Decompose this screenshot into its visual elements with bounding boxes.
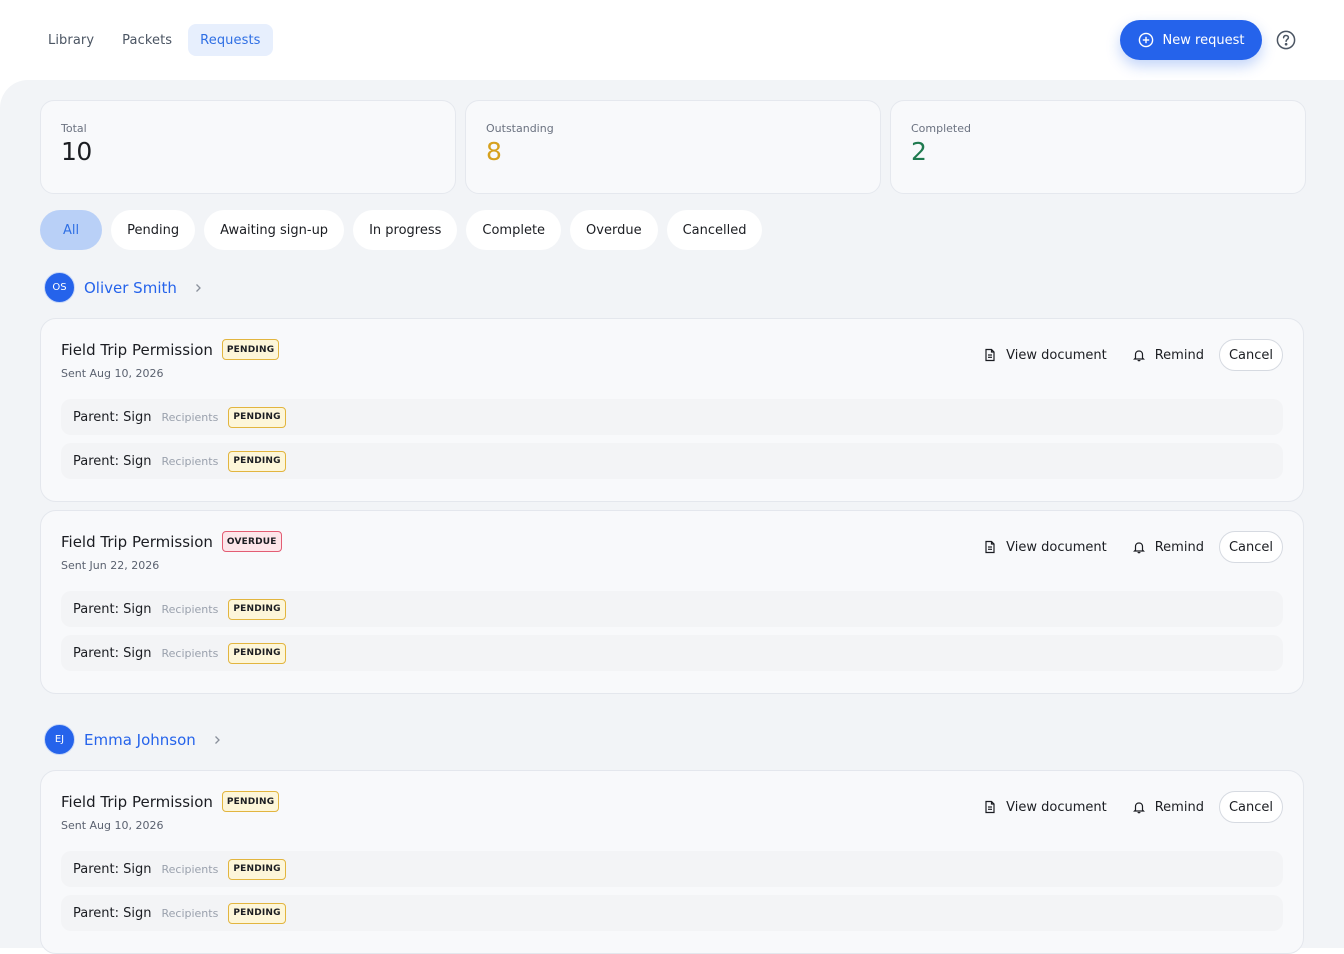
- person-name: Emma Johnson: [84, 730, 196, 749]
- filter-cancelled[interactable]: Cancelled: [666, 210, 763, 250]
- step-label: Parent: Sign: [73, 905, 152, 921]
- request-card: Field Trip Permission OVERDUE Sent Jun 2…: [40, 510, 1304, 694]
- filter-pending[interactable]: Pending: [111, 210, 196, 250]
- request-title: Field Trip Permission: [61, 532, 213, 551]
- tab-library[interactable]: Library: [36, 24, 106, 56]
- signer-step: Parent: Sign Recipients PENDING: [61, 443, 1283, 479]
- stat-value: 2: [911, 137, 927, 166]
- stat-value: 8: [486, 137, 502, 166]
- step-status-badge: PENDING: [228, 450, 286, 472]
- chevron-right-icon: [195, 283, 201, 292]
- new-request-button[interactable]: New request: [1120, 20, 1262, 60]
- remind-button[interactable]: Remind: [1132, 339, 1204, 371]
- stat-label: Completed: [911, 122, 971, 135]
- request-card: Field Trip Permission PENDING Sent Aug 1…: [40, 318, 1304, 502]
- signer-step: Parent: Sign Recipients PENDING: [61, 895, 1283, 931]
- remind-label: Remind: [1154, 347, 1204, 363]
- recipients-label: Recipients: [161, 410, 219, 424]
- document-icon: [985, 348, 995, 362]
- filter-all[interactable]: All: [40, 210, 103, 250]
- request-title: Field Trip Permission: [61, 792, 213, 811]
- sent-date: Sent Jun 22, 2026: [61, 559, 160, 572]
- card-actions: View document Remind Cancel: [983, 339, 1283, 371]
- filter-overdue[interactable]: Overdue: [570, 210, 658, 250]
- recipients-label: Recipients: [161, 906, 219, 920]
- recipients-label: Recipients: [161, 454, 219, 468]
- main-nav: Library Packets Requests: [36, 24, 273, 56]
- filter-complete[interactable]: Complete: [466, 210, 562, 250]
- status-badge: PENDING: [221, 339, 280, 360]
- person-header[interactable]: OS Oliver Smith: [44, 272, 204, 303]
- stat-value: 10: [61, 137, 92, 166]
- status-badge: OVERDUE: [221, 531, 282, 552]
- step-status-badge: PENDING: [228, 902, 286, 924]
- filter-awaiting-sign-up[interactable]: Awaiting sign-up: [204, 210, 345, 250]
- remind-button[interactable]: Remind: [1132, 791, 1204, 823]
- top-bar: Library Packets Requests New request: [0, 0, 1344, 80]
- view-document-label: View document: [1006, 799, 1107, 815]
- view-document-button[interactable]: View document: [983, 791, 1107, 823]
- remind-label: Remind: [1154, 539, 1204, 555]
- document-icon: [985, 540, 995, 554]
- step-label: Parent: Sign: [73, 409, 152, 425]
- filter-in-progress[interactable]: In progress: [353, 210, 458, 250]
- new-request-label: New request: [1162, 32, 1245, 48]
- signer-step: Parent: Sign Recipients PENDING: [61, 591, 1283, 627]
- view-document-label: View document: [1006, 347, 1107, 363]
- stat-label: Total: [61, 122, 87, 135]
- card-title-row: Field Trip Permission PENDING: [61, 339, 280, 360]
- step-status-badge: PENDING: [228, 406, 286, 428]
- cancel-button[interactable]: Cancel: [1218, 339, 1283, 371]
- card-actions: View document Remind Cancel: [983, 791, 1283, 823]
- document-icon: [985, 800, 995, 814]
- stat-completed: Completed 2: [890, 100, 1306, 194]
- cancel-button[interactable]: Cancel: [1218, 531, 1283, 563]
- view-document-label: View document: [1006, 539, 1107, 555]
- status-badge: PENDING: [221, 791, 280, 812]
- signer-step: Parent: Sign Recipients PENDING: [61, 851, 1283, 887]
- recipients-label: Recipients: [161, 602, 219, 616]
- person-name: Oliver Smith: [84, 278, 177, 297]
- request-card: Field Trip Permission PENDING Sent Aug 1…: [40, 770, 1304, 954]
- stat-outstanding: Outstanding 8: [465, 100, 881, 194]
- avatar: EJ: [44, 724, 75, 755]
- stats-row: Total 10 Outstanding 8 Completed 2: [40, 100, 1306, 194]
- main-panel: Total 10 Outstanding 8 Completed 2 All P…: [0, 80, 1344, 954]
- cancel-button[interactable]: Cancel: [1218, 791, 1283, 823]
- step-label: Parent: Sign: [73, 645, 152, 661]
- bell-icon: [1132, 542, 1145, 554]
- help-circle-icon[interactable]: [1276, 30, 1296, 50]
- signer-step: Parent: Sign Recipients PENDING: [61, 635, 1283, 671]
- tab-requests[interactable]: Requests: [188, 24, 273, 56]
- stat-label: Outstanding: [486, 122, 554, 135]
- card-title-row: Field Trip Permission PENDING: [61, 791, 280, 812]
- avatar: OS: [44, 272, 75, 303]
- remind-button[interactable]: Remind: [1132, 531, 1204, 563]
- step-status-badge: PENDING: [228, 642, 286, 664]
- stat-total: Total 10: [40, 100, 456, 194]
- step-label: Parent: Sign: [73, 861, 152, 877]
- sent-date: Sent Aug 10, 2026: [61, 819, 164, 832]
- step-label: Parent: Sign: [73, 453, 152, 469]
- card-actions: View document Remind Cancel: [983, 531, 1283, 563]
- bell-icon: [1132, 350, 1145, 362]
- recipients-label: Recipients: [161, 862, 219, 876]
- request-title: Field Trip Permission: [61, 340, 213, 359]
- sent-date: Sent Aug 10, 2026: [61, 367, 164, 380]
- chevron-right-icon: [214, 735, 220, 744]
- card-title-row: Field Trip Permission OVERDUE: [61, 531, 282, 552]
- recipients-label: Recipients: [161, 646, 219, 660]
- view-document-button[interactable]: View document: [983, 339, 1107, 371]
- step-label: Parent: Sign: [73, 601, 152, 617]
- plus-circle-icon: [1138, 32, 1153, 48]
- view-document-button[interactable]: View document: [983, 531, 1107, 563]
- bell-icon: [1132, 802, 1145, 814]
- filter-chips: All Pending Awaiting sign-up In progress…: [40, 210, 763, 250]
- remind-label: Remind: [1154, 799, 1204, 815]
- step-status-badge: PENDING: [228, 858, 286, 880]
- signer-step: Parent: Sign Recipients PENDING: [61, 399, 1283, 435]
- person-header[interactable]: EJ Emma Johnson: [44, 724, 223, 755]
- tab-packets[interactable]: Packets: [110, 24, 184, 56]
- step-status-badge: PENDING: [228, 598, 286, 620]
